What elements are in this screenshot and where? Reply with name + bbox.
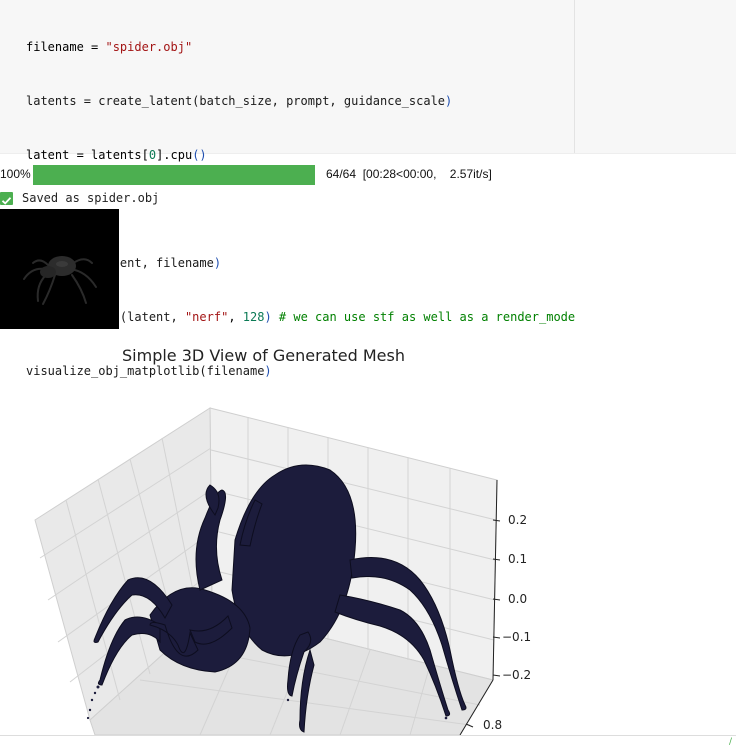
y-tick-label: 0.8 — [483, 718, 503, 732]
z-tick-label: −0.1 — [502, 630, 532, 644]
z-tick-label: 0.2 — [508, 513, 528, 527]
mesh-plot: 0.2 0.1 0.0 −0.1 −0.2 0.8 — [0, 380, 736, 736]
progress-bar-fill — [33, 165, 315, 185]
progress-bar — [33, 165, 315, 185]
resize-handle-icon[interactable]: ∕ — [729, 737, 732, 747]
render-preview-image — [0, 209, 119, 329]
code-line-3: latent = latents[0].cpu() — [26, 148, 207, 162]
code-line-2: latents = create_latent(batch_size, prom… — [26, 94, 453, 108]
mesh-plot-svg — [34, 407, 501, 736]
progress-stats: 64/64 [00:28<00:00, 2.57it/s] — [326, 167, 492, 181]
z-tick-label: 0.1 — [508, 552, 528, 566]
z-tick-label: 0.0 — [508, 592, 528, 606]
progress-percent: 100% — [0, 167, 31, 181]
code-line-1: filename = "spider.obj" — [26, 40, 193, 54]
z-tick-label: −0.2 — [502, 668, 532, 682]
checkmark-icon — [0, 192, 13, 205]
progress-output: 100% 64/64 [00:28<00:00, 2.57it/s] — [0, 165, 736, 185]
saved-text: Saved as spider.obj — [22, 191, 160, 205]
code-cell[interactable]: filename = "spider.obj" latents = create… — [0, 0, 736, 378]
plot-title: Simple 3D View of Generated Mesh — [122, 346, 405, 365]
output-bottom-divider — [0, 735, 736, 736]
